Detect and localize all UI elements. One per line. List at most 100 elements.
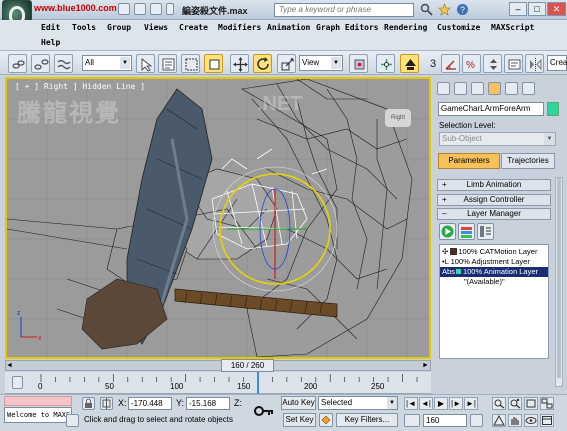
hierarchy-tab-icon[interactable] [471, 82, 484, 95]
edit-named-selection-icon[interactable] [504, 54, 523, 73]
motion-tab-icon[interactable] [488, 82, 501, 95]
absolute-mode-icon[interactable] [100, 397, 113, 410]
menu-edit[interactable]: Edit [41, 23, 60, 32]
menu-customize[interactable]: Customize [437, 23, 480, 32]
minimize-button[interactable]: – [509, 2, 527, 16]
mirror-icon[interactable] [525, 54, 544, 73]
x-coord-field[interactable]: -170.448 [128, 397, 172, 410]
rectangular-selection-icon[interactable] [181, 54, 200, 73]
menu-group[interactable]: Group [107, 23, 131, 32]
select-and-scale-icon[interactable] [277, 54, 296, 73]
help-icon[interactable]: ? [456, 3, 469, 16]
previous-frame-button[interactable]: ◄| [419, 397, 433, 410]
time-configuration-icon[interactable] [470, 414, 483, 427]
maxscript-mini-listener[interactable]: Welcome to MAXS [4, 407, 72, 423]
menu-graph-editors[interactable]: Graph Editors [316, 23, 379, 32]
zoom-all-icon[interactable] [508, 397, 522, 410]
field-of-view-icon[interactable] [492, 414, 506, 427]
select-object-icon[interactable] [136, 54, 155, 73]
selection-filter-dropdown[interactable]: All ▼ [82, 55, 132, 71]
close-button[interactable]: ✕ [547, 2, 566, 16]
layer-row-adjustment[interactable]: •L 100% Adjustment Layer [440, 257, 548, 267]
search-icon[interactable] [420, 3, 433, 16]
add-layer-icon[interactable] [458, 223, 475, 240]
spinner-snap-icon[interactable] [483, 54, 502, 73]
display-tab-icon[interactable] [505, 82, 518, 95]
utilities-tab-icon[interactable] [522, 82, 535, 95]
menu-create[interactable]: Create [179, 23, 208, 32]
maximize-button[interactable]: □ [528, 2, 546, 16]
unlink-selection-icon[interactable] [31, 54, 50, 73]
select-by-name-icon[interactable] [158, 54, 177, 73]
layer-row-animation[interactable]: Abs 100% Animation Layer [440, 267, 548, 277]
create-tab-icon[interactable] [437, 82, 450, 95]
grid-icon[interactable] [66, 414, 79, 427]
menu-maxscript[interactable]: MAXScript [491, 23, 534, 32]
lock-selection-icon[interactable] [82, 397, 95, 410]
percent-snap-icon[interactable]: % [462, 54, 481, 73]
layer-row-catmotion[interactable]: ✣ 100% CATMotion Layer [440, 247, 548, 257]
play-mode-button[interactable] [439, 223, 456, 240]
layer-list[interactable]: ✣ 100% CATMotion Layer •L 100% Adjustmen… [439, 244, 549, 359]
object-name-field[interactable]: GameCharLArmForeArm [438, 102, 544, 116]
go-to-end-button[interactable]: ►| [464, 397, 478, 410]
bind-to-space-warp-icon[interactable] [54, 54, 73, 73]
save-file-icon[interactable] [150, 3, 162, 15]
menu-help[interactable]: Help [41, 38, 60, 47]
time-slider-track[interactable] [5, 360, 431, 371]
layer-list-icon[interactable] [477, 223, 494, 240]
next-frame-button[interactable]: |► [449, 397, 463, 410]
y-coord-field[interactable]: -15.168 [186, 397, 230, 410]
object-color-swatch[interactable] [547, 102, 559, 116]
command-panel-scrollbar[interactable] [555, 177, 563, 387]
set-key-button[interactable]: Set Key [283, 413, 316, 427]
select-and-link-icon[interactable] [8, 54, 27, 73]
viewcube[interactable]: Right [385, 109, 411, 127]
time-slider-handle[interactable]: 160 / 260 [221, 359, 274, 372]
open-mini-curve-editor-icon[interactable] [12, 376, 23, 389]
pan-hand-icon[interactable] [508, 414, 522, 427]
set-key-icon[interactable] [252, 398, 274, 424]
search-input[interactable]: Type a keyword or phrase [274, 3, 414, 17]
time-slider-prev-icon[interactable]: ◄ [6, 362, 13, 369]
keyboard-shortcut-override-icon[interactable] [400, 54, 419, 73]
time-slider-next-icon[interactable]: ► [422, 362, 429, 369]
open-file-icon[interactable] [134, 3, 146, 15]
menu-rendering[interactable]: Rendering [384, 23, 427, 32]
key-mode-dropdown[interactable]: Selected ▼ [318, 396, 398, 410]
select-and-rotate-icon[interactable] [253, 54, 272, 73]
pivot-center-icon[interactable] [349, 54, 368, 73]
layer-row-available[interactable]: "(Available)" [440, 277, 548, 287]
new-file-icon[interactable] [118, 3, 130, 15]
maximize-viewport-icon[interactable] [540, 414, 554, 427]
zoom-extents-all-icon[interactable] [540, 397, 554, 410]
tab-trajectories[interactable]: Trajectories [501, 153, 555, 169]
key-mode-toggle-icon[interactable] [319, 413, 333, 427]
zoom-icon[interactable] [492, 397, 506, 410]
auto-key-button[interactable]: Auto Key [281, 396, 316, 410]
current-frame-field[interactable]: 160 [423, 414, 467, 427]
select-and-manipulate-icon[interactable] [376, 54, 395, 73]
rollout-assign-controller[interactable]: + Assign Controller [437, 194, 551, 206]
orbit-icon[interactable] [524, 414, 538, 427]
timeline-ruler[interactable]: 0 50 100 150 200 250 [5, 372, 431, 394]
viewport-label-menu[interactable]: [ + ] Right ] Hidden Line ] [15, 82, 145, 91]
tab-parameters[interactable]: Parameters [438, 153, 500, 169]
rollout-limb-animation[interactable]: + Limb Animation [437, 179, 551, 191]
menu-animation[interactable]: Animation [267, 23, 310, 32]
scrollbar-thumb[interactable] [557, 178, 561, 378]
rollout-layer-manager[interactable]: – Layer Manager [437, 208, 551, 220]
quick-access-dropdown-icon[interactable] [166, 3, 174, 15]
select-and-move-icon[interactable] [230, 54, 249, 73]
snaps-toggle-icon[interactable]: 3 [427, 54, 441, 73]
modify-tab-icon[interactable] [454, 82, 467, 95]
zoom-extents-icon[interactable] [524, 397, 538, 410]
menu-modifiers[interactable]: Modifiers [218, 23, 261, 32]
menu-views[interactable]: Views [144, 23, 168, 32]
maxscript-listener-field[interactable] [4, 396, 72, 406]
named-selection-sets-dropdown[interactable]: Crea [547, 55, 567, 71]
key-mode-toggle-playback-icon[interactable] [404, 414, 420, 427]
key-filters-button[interactable]: Key Filters... [336, 413, 398, 427]
menu-tools[interactable]: Tools [72, 23, 96, 32]
sub-object-dropdown[interactable]: Sub-Object ▼ [439, 132, 556, 146]
